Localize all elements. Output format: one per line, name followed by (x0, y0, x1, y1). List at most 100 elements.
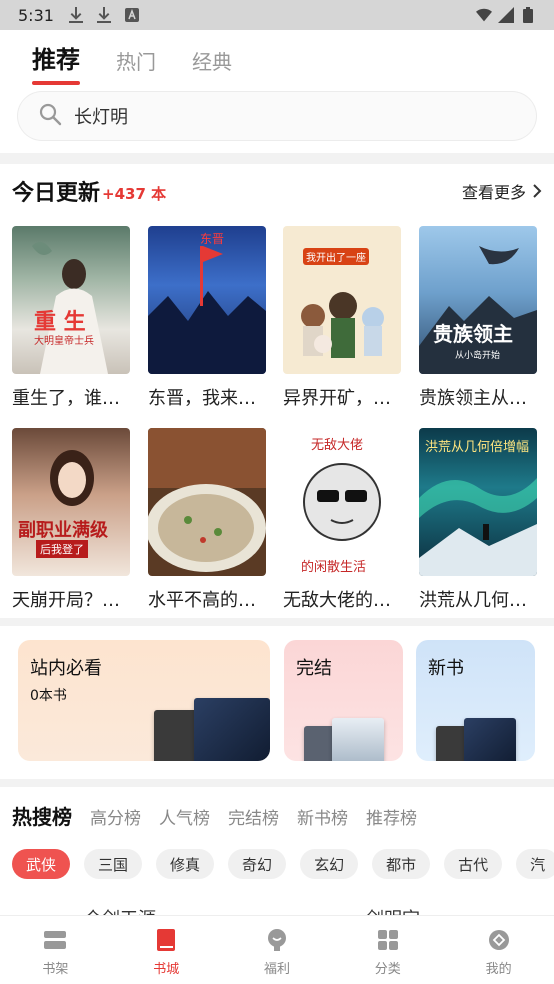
search-bar[interactable]: 长灯明 (18, 92, 536, 140)
mini-book-cover (464, 718, 516, 761)
section-title: 今日更新 (12, 181, 101, 206)
book-cover: 洪荒从几何倍增幅 (419, 428, 537, 576)
nav-bookstore[interactable]: 书城 (111, 916, 222, 984)
book-title: 重生了，谁… (12, 388, 120, 409)
nav-label: 我的 (485, 962, 512, 977)
book-card[interactable]: 水平不高的… (148, 428, 266, 612)
collection-card-completed[interactable]: 完结 (284, 640, 403, 761)
book-card[interactable]: 贵族领主 从小岛开始 贵族领主从… (419, 226, 537, 410)
book-title: 天崩开局？… (12, 590, 120, 611)
search-input[interactable]: 长灯明 (74, 103, 128, 129)
cover-subtitle: 大明皇帝士兵 (34, 336, 94, 347)
book-card[interactable]: 东晋 东晋，我来… (148, 226, 266, 410)
cover-food (148, 428, 266, 572)
nav-label: 书城 (153, 962, 180, 977)
genre-chip-wuxia[interactable]: 武侠 (12, 849, 71, 879)
book-card[interactable]: 重 生 大明皇帝士兵 重生了，谁… (12, 226, 130, 410)
nav-bookshelf[interactable]: 书架 (0, 916, 111, 984)
genre-chip-xuanhuan[interactable]: 玄幻 (300, 849, 359, 879)
book-cover: 无敌大佬 的闲散生活 (283, 428, 401, 576)
mini-book-cover (332, 718, 384, 761)
book-card[interactable]: 副职业满级 后我登了 天崩开局？… (12, 428, 130, 612)
book-title: 无敌大佬的… (283, 590, 391, 611)
gift-icon (264, 928, 290, 952)
cover-subtitle: 后我登了 (36, 540, 88, 558)
card-subtitle: 0本书 (30, 688, 67, 704)
card-title: 完结 (296, 658, 332, 679)
cover-subtitle: 从小岛开始 (455, 351, 501, 361)
genre-chips: 武侠 三国 修真 奇幻 玄幻 都市 古代 汽 (12, 849, 554, 879)
genre-chip-xiuzhen[interactable]: 修真 (156, 849, 215, 879)
genre-chip-fantasy[interactable]: 奇幻 (228, 849, 287, 879)
ranking-item-peek[interactable]: 仓剑天涯 (84, 905, 156, 915)
cover-subtitle: 的闲散生活 (301, 560, 367, 575)
font-a-icon (124, 7, 140, 23)
profile-icon (486, 928, 512, 952)
collection-card-new[interactable]: 新书 (416, 640, 535, 761)
book-title: 异界开矿，… (283, 388, 391, 409)
book-cover: 我开出了一座 (283, 226, 401, 374)
card-title: 新书 (428, 658, 464, 679)
genre-chip-ancient[interactable]: 古代 (444, 849, 503, 879)
book-card[interactable]: 洪荒从几何倍增幅 洪荒从几何… (419, 428, 537, 612)
cover-title: 我开出了一座 (303, 248, 369, 265)
tab-completed[interactable]: 完结榜 (228, 804, 279, 829)
hot-ranking-section: 热搜榜 高分榜 人气榜 完结榜 新书榜 推荐榜 武侠 三国 修真 奇幻 玄幻 都… (0, 787, 554, 915)
book-cover: 副职业满级 后我登了 (12, 428, 130, 576)
book-title: 水平不高的… (148, 590, 256, 611)
book-title: 贵族领主从… (419, 388, 527, 409)
nav-label: 书架 (42, 962, 69, 977)
tab-hot[interactable]: 热门 (116, 46, 156, 85)
update-count: +437 本 (102, 184, 167, 203)
genre-chip-more[interactable]: 汽 (516, 849, 554, 879)
status-bar: 5:31 (0, 0, 554, 30)
chevron-right-icon (533, 184, 542, 198)
see-more-link[interactable]: 查看更多 (462, 179, 542, 203)
status-time: 5:31 (18, 5, 54, 25)
cover-title: 无敌大佬 (311, 438, 364, 453)
cover-crowd (148, 246, 266, 374)
tab-classic[interactable]: 经典 (192, 46, 232, 85)
book-cover: 贵族领主 从小岛开始 (419, 226, 537, 374)
grid-icon (375, 928, 401, 952)
ranking-item-peek[interactable]: 剑明宗 (366, 905, 420, 915)
battery-icon (520, 7, 536, 23)
cover-figure (32, 242, 108, 374)
book-cover (148, 428, 266, 576)
nav-label: 福利 (263, 962, 290, 977)
search-icon (38, 102, 62, 130)
nav-category[interactable]: 分类 (332, 916, 443, 984)
tab-recommended[interactable]: 推荐榜 (366, 804, 417, 829)
see-more-label: 查看更多 (461, 183, 526, 202)
card-title: 站内必看 (30, 658, 102, 679)
book-cover: 东晋 (148, 226, 266, 374)
collection-card-must-read[interactable]: 站内必看 0本书 (18, 640, 270, 761)
collections-section: 站内必看 0本书 完结 新书 (0, 626, 554, 779)
book-cover: 重 生 大明皇帝士兵 (12, 226, 130, 374)
genre-chip-three-kingdoms[interactable]: 三国 (84, 849, 143, 879)
cover-title: 副职业满级 (18, 520, 108, 541)
mini-book-cover (194, 698, 270, 761)
cover-title: 洪荒从几何倍增幅 (425, 440, 530, 455)
cover-title: 东晋 (200, 232, 225, 246)
genre-chip-urban[interactable]: 都市 (372, 849, 431, 879)
book-card[interactable]: 我开出了一座 异界开矿，… (283, 226, 401, 410)
ranking-tabs: 热搜榜 高分榜 人气榜 完结榜 新书榜 推荐榜 (12, 801, 417, 830)
tab-popular[interactable]: 人气榜 (159, 804, 210, 829)
book-card[interactable]: 无敌大佬 的闲散生活 无敌大佬的… (283, 428, 401, 612)
tab-hot-search[interactable]: 热搜榜 (12, 801, 72, 830)
download-icon (68, 7, 84, 23)
nav-profile[interactable]: 我的 (443, 916, 554, 984)
wifi-icon (476, 7, 492, 23)
top-tabs: 推荐 热门 经典 (32, 40, 232, 85)
today-updates-section: 今日更新 +437 本 查看更多 重 生 大明皇帝士兵 重生了，谁… 东晋 东晋… (0, 164, 554, 618)
book-title: 洪荒从几何… (419, 590, 527, 611)
tab-high-score[interactable]: 高分榜 (90, 804, 141, 829)
top-header: 推荐 热门 经典 长灯明 (0, 30, 554, 153)
book-icon (153, 928, 179, 952)
cover-title: 贵族领主 (433, 322, 513, 346)
signal-icon (498, 7, 514, 23)
tab-recommend[interactable]: 推荐 (32, 40, 80, 85)
tab-new-books[interactable]: 新书榜 (297, 804, 348, 829)
nav-rewards[interactable]: 福利 (222, 916, 333, 984)
